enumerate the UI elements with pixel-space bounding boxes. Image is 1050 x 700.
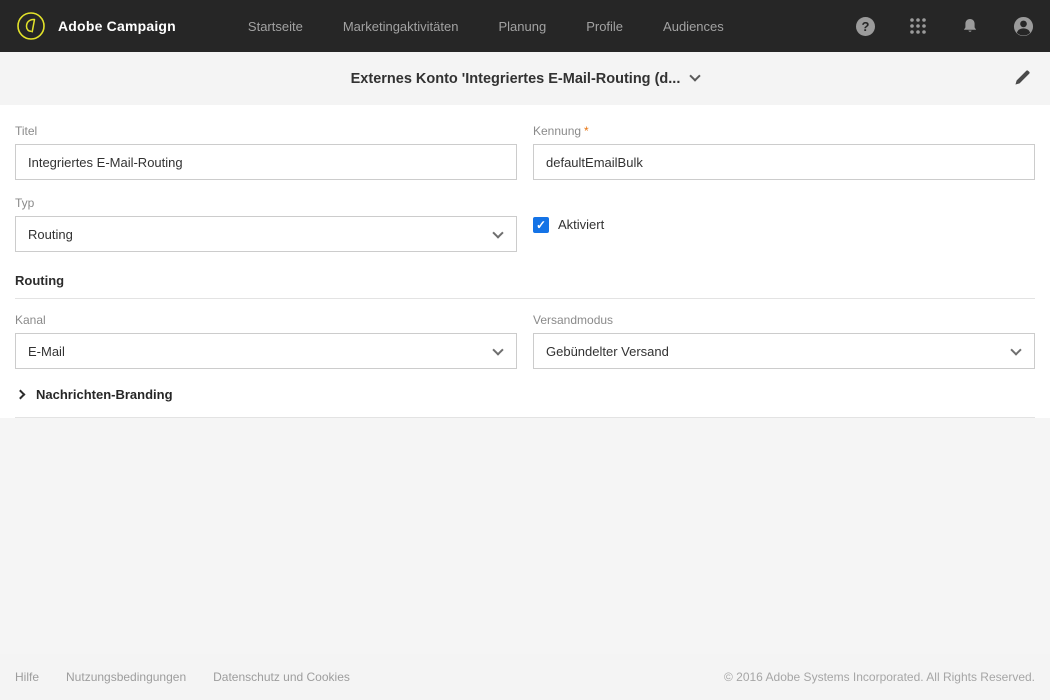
page-footer: Hilfe Nutzungsbedingungen Datenschutz un… [0, 654, 1050, 700]
footer-link-datenschutz[interactable]: Datenschutz und Cookies [213, 670, 350, 684]
adobe-campaign-logo-icon [16, 11, 46, 41]
chevron-down-icon [492, 344, 503, 355]
nav-item-audiences[interactable]: Audiences [663, 19, 724, 34]
footer-links: Hilfe Nutzungsbedingungen Datenschutz un… [15, 670, 350, 684]
page-header: Externes Konto 'Integriertes E-Mail-Rout… [0, 52, 1050, 105]
nav-item-startseite[interactable]: Startseite [248, 19, 303, 34]
versandmodus-label: Versandmodus [533, 313, 1035, 327]
kanal-select[interactable]: E-Mail [15, 333, 517, 369]
divider [15, 417, 1035, 418]
topbar-icon-group [856, 16, 1034, 37]
kennung-label-text: Kennung [533, 124, 581, 138]
chevron-right-icon [16, 390, 26, 400]
divider [15, 298, 1035, 299]
aktiviert-label: Aktiviert [558, 217, 604, 232]
top-navigation-bar: Adobe Campaign Startseite Marketingaktiv… [0, 0, 1050, 52]
nav-item-planung[interactable]: Planung [498, 19, 546, 34]
required-asterisk: * [584, 124, 589, 138]
branding-section-toggle[interactable]: Nachrichten-Branding [17, 387, 1035, 402]
aktiviert-checkbox-row[interactable]: Aktiviert [533, 196, 1035, 252]
brand-home-link[interactable]: Adobe Campaign [16, 11, 176, 41]
bell-icon[interactable] [961, 17, 979, 35]
field-kanal: Kanal E-Mail [15, 313, 517, 369]
page-title: Externes Konto 'Integriertes E-Mail-Rout… [351, 71, 681, 87]
typ-label: Typ [15, 196, 517, 210]
edit-pencil-icon[interactable] [1013, 68, 1032, 92]
field-titel: Titel [15, 124, 517, 180]
typ-select[interactable]: Routing [15, 216, 517, 252]
field-kennung: Kennung* [533, 124, 1035, 180]
footer-link-nutzungsbedingungen[interactable]: Nutzungsbedingungen [66, 670, 186, 684]
versandmodus-select-value: Gebündelter Versand [546, 344, 669, 359]
versandmodus-select[interactable]: Gebündelter Versand [533, 333, 1035, 369]
apps-grid-icon[interactable] [909, 17, 927, 35]
form-row-3: Kanal E-Mail Versandmodus Gebündelter Ve… [15, 313, 1035, 369]
chevron-down-icon [690, 70, 701, 81]
brand-name: Adobe Campaign [58, 18, 176, 34]
chevron-down-icon [492, 227, 503, 238]
routing-section-title: Routing [15, 273, 1035, 288]
help-icon[interactable] [856, 17, 875, 36]
account-icon[interactable] [1013, 16, 1034, 37]
titel-input[interactable] [15, 144, 517, 180]
field-versandmodus: Versandmodus Gebündelter Versand [533, 313, 1035, 369]
nav-item-profile[interactable]: Profile [586, 19, 623, 34]
chevron-down-icon [1010, 344, 1021, 355]
form-row-1: Titel Kennung* [15, 124, 1035, 180]
aktiviert-checkbox[interactable] [533, 217, 549, 233]
form-row-2: Typ Routing Aktiviert [15, 196, 1035, 252]
titel-label: Titel [15, 124, 517, 138]
nav-item-marketingaktivitaeten[interactable]: Marketingaktivitäten [343, 19, 459, 34]
typ-select-value: Routing [28, 227, 73, 242]
kanal-label: Kanal [15, 313, 517, 327]
footer-link-hilfe[interactable]: Hilfe [15, 670, 39, 684]
field-typ: Typ Routing [15, 196, 517, 252]
kennung-label: Kennung* [533, 124, 1035, 138]
copyright-text: © 2016 Adobe Systems Incorporated. All R… [724, 670, 1035, 684]
external-account-form: Titel Kennung* Typ Routing Aktiviert Rou… [0, 105, 1050, 418]
kanal-select-value: E-Mail [28, 344, 65, 359]
branding-section-title: Nachrichten-Branding [36, 387, 173, 402]
kennung-input[interactable] [533, 144, 1035, 180]
page-title-selector[interactable]: Externes Konto 'Integriertes E-Mail-Rout… [351, 71, 700, 87]
main-nav: Startseite Marketingaktivitäten Planung … [248, 19, 724, 34]
